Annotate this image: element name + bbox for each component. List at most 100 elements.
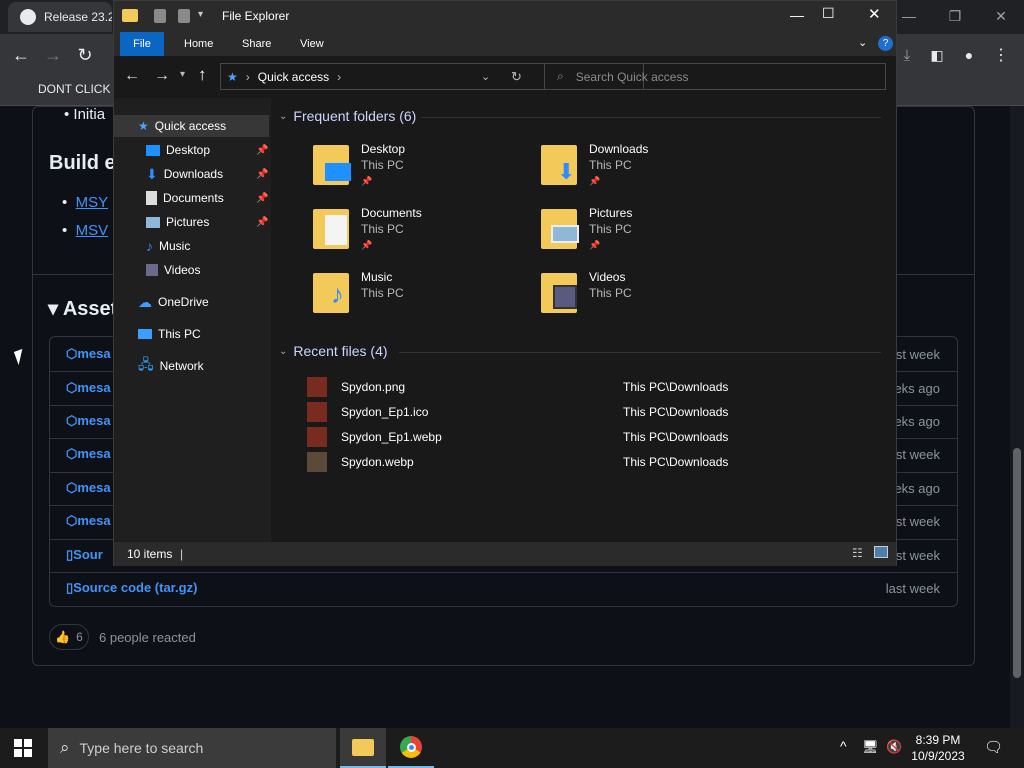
frequent-folders-header[interactable]: ⌄ Frequent folders (6) bbox=[279, 108, 416, 124]
chrome-taskbar-button[interactable] bbox=[388, 728, 434, 768]
source-targz-link[interactable]: ▯Source code (tar.gz) bbox=[66, 580, 197, 596]
network-icon: 🖧 bbox=[138, 356, 154, 372]
nav-network[interactable]: 🖧 Network bbox=[138, 355, 204, 377]
notifications-icon[interactable]: 🗨 bbox=[984, 738, 1003, 756]
close-icon[interactable]: ✕ bbox=[868, 5, 881, 23]
tab-share[interactable]: Share bbox=[234, 32, 279, 56]
minimize-icon[interactable]: — bbox=[790, 7, 804, 23]
document-icon bbox=[146, 191, 157, 205]
properties-icon[interactable] bbox=[154, 9, 166, 23]
pin-icon[interactable]: 📌 bbox=[256, 217, 268, 228]
recent-file-row[interactable]: Spydon.png This PC\Downloads bbox=[307, 374, 747, 399]
maximize-icon[interactable]: ☐ bbox=[822, 5, 835, 22]
folder-documents[interactable]: Documents This PC 📌 bbox=[313, 205, 422, 253]
nav-documents[interactable]: Documents bbox=[146, 187, 224, 209]
star-icon: ★ bbox=[227, 69, 238, 84]
asset-link[interactable]: ⬡mesa bbox=[66, 446, 111, 462]
sidepanel-icon[interactable]: ◧ bbox=[926, 44, 948, 66]
pin-icon[interactable]: 📌 bbox=[256, 193, 268, 204]
build-link-1[interactable]: • MSY bbox=[62, 194, 108, 211]
nav-quick-access[interactable]: ★ Quick access bbox=[114, 115, 269, 137]
browser-tab[interactable]: Release 23.2. bbox=[8, 2, 112, 32]
folder-videos[interactable]: Videos This PC bbox=[541, 269, 632, 313]
menu-icon[interactable]: ⋮ bbox=[990, 44, 1012, 66]
file-explorer-taskbar-button[interactable] bbox=[340, 728, 386, 768]
details-view-icon[interactable]: ☷ bbox=[852, 546, 863, 560]
asset-link[interactable]: ⬡mesa bbox=[66, 413, 111, 429]
asset-link[interactable]: ⬡mesa bbox=[66, 480, 111, 496]
recent-file-row[interactable]: Spydon_Ep1.ico This PC\Downloads bbox=[307, 399, 747, 424]
windows-start-icon[interactable] bbox=[14, 739, 32, 757]
music-icon: ♪ bbox=[146, 238, 153, 254]
recent-file-row[interactable]: Spydon.webp This PC\Downloads bbox=[307, 449, 747, 474]
pin-icon[interactable]: 📌 bbox=[256, 169, 268, 180]
asset-time: last week bbox=[885, 581, 940, 596]
computer-icon bbox=[138, 329, 152, 339]
build-link-2[interactable]: • MSV bbox=[62, 222, 108, 239]
chevron-up-icon[interactable]: ^ bbox=[840, 738, 847, 754]
chevron-right-icon: › bbox=[337, 69, 342, 84]
back-icon[interactable]: ← bbox=[124, 67, 140, 85]
close-icon[interactable]: ✕ bbox=[978, 4, 1024, 28]
new-folder-icon[interactable] bbox=[178, 9, 190, 23]
forward-icon[interactable]: → bbox=[154, 67, 170, 85]
image-file-icon bbox=[307, 376, 327, 397]
pin-icon: 📌 bbox=[361, 240, 373, 250]
folder-desktop[interactable]: Desktop This PC 📌 bbox=[313, 141, 405, 189]
nav-music[interactable]: ♪ Music bbox=[146, 235, 190, 257]
nav-videos[interactable]: Videos bbox=[146, 259, 200, 281]
asset-link[interactable]: ⬡mesa bbox=[66, 513, 111, 529]
folder-music[interactable]: ♪ Music This PC bbox=[313, 269, 404, 313]
folder-downloads[interactable]: ⬇ Downloads This PC 📌 bbox=[541, 141, 648, 189]
bullet-item: • Initia bbox=[64, 106, 106, 123]
taskbar-search-placeholder: Type here to search bbox=[79, 740, 204, 756]
pin-icon: 📌 bbox=[589, 176, 601, 186]
large-icons-view-icon[interactable] bbox=[874, 546, 888, 558]
recent-file-row[interactable]: Spydon_Ep1.webp This PC\Downloads bbox=[307, 424, 747, 449]
tab-view[interactable]: View bbox=[292, 32, 332, 56]
download-icon[interactable]: ⤓ bbox=[896, 44, 918, 66]
refresh-icon[interactable]: ↻ bbox=[511, 69, 522, 85]
recent-files-header[interactable]: ⌄ Recent files (4) bbox=[279, 343, 388, 359]
music-folder-icon: ♪ bbox=[313, 269, 353, 313]
assets-heading[interactable]: ▾ Asset bbox=[48, 296, 117, 321]
nav-desktop[interactable]: Desktop bbox=[146, 139, 210, 161]
nav-this-pc[interactable]: This PC bbox=[138, 323, 201, 345]
restore-icon[interactable]: ❐ bbox=[932, 4, 978, 28]
reaction-button[interactable]: 👍 6 bbox=[49, 624, 89, 650]
recent-locations-icon[interactable]: ▾ bbox=[180, 69, 185, 80]
clock[interactable]: 8:39 PM 10/9/2023 bbox=[908, 732, 968, 764]
customize-qat-icon[interactable]: ▾ bbox=[198, 9, 203, 20]
reload-icon[interactable]: ↻ bbox=[74, 44, 96, 66]
asset-link[interactable]: ⬡mesa bbox=[66, 380, 111, 396]
tab-home[interactable]: Home bbox=[176, 32, 221, 56]
expand-ribbon-icon[interactable]: ⌄ bbox=[858, 36, 867, 49]
nav-pictures[interactable]: Pictures bbox=[146, 211, 209, 233]
folder-icon bbox=[352, 738, 374, 756]
address-dropdown-icon[interactable]: ⌄ bbox=[481, 70, 490, 83]
nav-downloads[interactable]: ⬇ Downloads bbox=[146, 163, 223, 185]
profile-icon[interactable]: ● bbox=[958, 44, 980, 66]
search-box[interactable]: ⌕ Search Quick access bbox=[544, 63, 886, 90]
documents-folder-icon bbox=[313, 205, 353, 249]
source-zip-link[interactable]: ▯Sour bbox=[66, 547, 103, 563]
tab-title: Release 23.2. bbox=[44, 10, 112, 24]
thumbs-up-icon: 👍 bbox=[55, 630, 71, 644]
volume-muted-icon[interactable]: 🔇 bbox=[886, 739, 902, 755]
taskbar-search[interactable]: ⌕ Type here to search bbox=[48, 728, 336, 768]
folder-pictures[interactable]: Pictures This PC 📌 bbox=[541, 205, 632, 253]
forward-icon[interactable]: → bbox=[42, 44, 64, 66]
item-count: 10 items bbox=[127, 547, 173, 561]
pin-icon[interactable]: 📌 bbox=[256, 145, 268, 156]
help-icon[interactable]: ? bbox=[878, 36, 893, 51]
network-status-icon[interactable]: 🖥 bbox=[862, 739, 879, 755]
back-icon[interactable]: ← bbox=[10, 44, 32, 66]
tab-file[interactable]: File bbox=[120, 32, 164, 56]
bookmark-dont-click[interactable]: DONT CLICK bbox=[38, 82, 110, 96]
star-icon: ★ bbox=[138, 119, 149, 133]
nav-onedrive[interactable]: ☁ OneDrive bbox=[138, 291, 209, 313]
asset-link[interactable]: ⬡mesa bbox=[66, 346, 111, 362]
scroll-thumb[interactable] bbox=[1013, 448, 1021, 678]
reaction-summary: 6 people reacted bbox=[99, 630, 196, 645]
up-icon[interactable]: ↑ bbox=[198, 65, 207, 85]
